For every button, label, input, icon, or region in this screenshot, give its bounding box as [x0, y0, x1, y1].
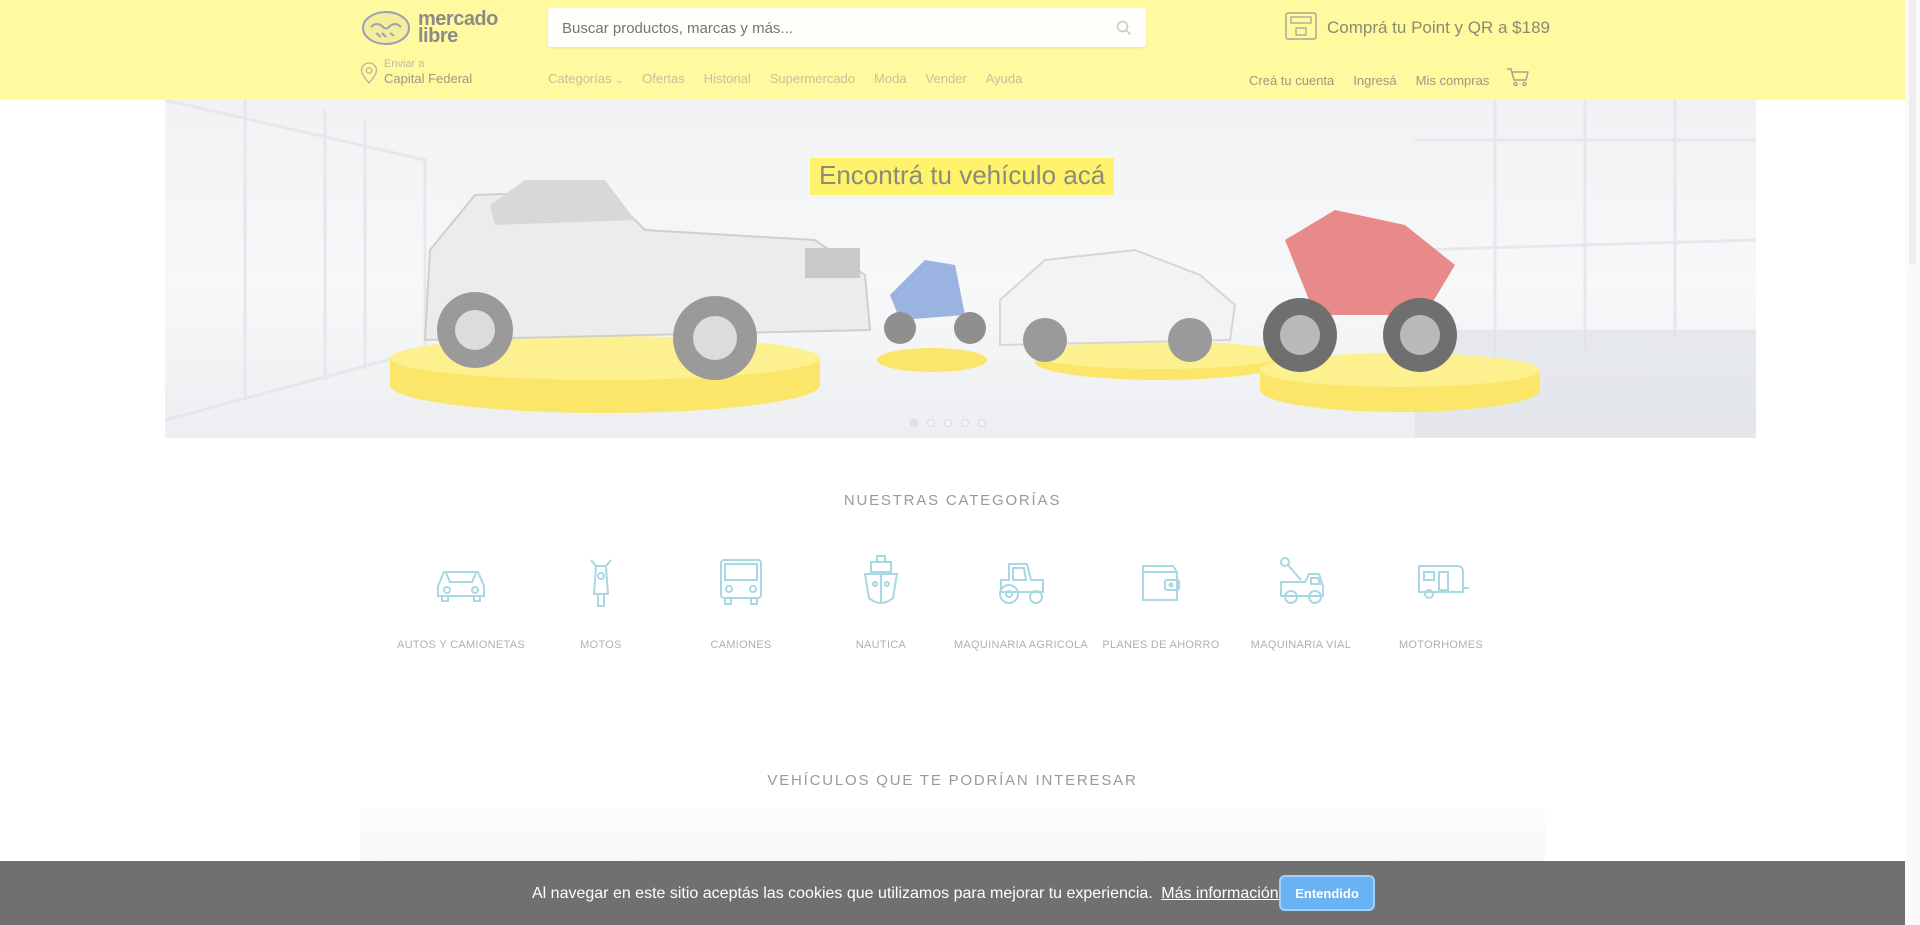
point-promo[interactable]: Comprá tu Point y QR a $189: [1285, 11, 1551, 45]
carousel-dot[interactable]: [961, 419, 969, 427]
cookie-banner: Al navegar en este sitio aceptás las coo…: [0, 861, 1905, 925]
chevron-down-icon: ⌄: [615, 75, 624, 85]
nav-categorias[interactable]: Categorías ⌄: [548, 71, 623, 86]
nav-ayuda[interactable]: Ayuda: [986, 71, 1023, 86]
nav-ofertas[interactable]: Ofertas: [642, 71, 685, 86]
main-nav: Categorías ⌄ Ofertas Historial Supermerca…: [548, 71, 1041, 86]
carousel-dot[interactable]: [910, 419, 918, 427]
caravan-icon: [1418, 565, 1469, 599]
category-motorhomes[interactable]: MOTORHOMES: [1371, 552, 1511, 652]
category-camiones[interactable]: CAMIONES: [671, 552, 811, 652]
mercadolibre-logo[interactable]: mercado libre: [362, 9, 502, 47]
carousel-dot[interactable]: [927, 419, 935, 427]
nav-moda[interactable]: Moda: [874, 71, 907, 86]
category-label: PLANES DE AHORRO: [1102, 639, 1220, 651]
location-pin-icon: [360, 62, 378, 89]
cookie-text: Al navegar en este sitio aceptás las coo…: [532, 885, 1153, 902]
accept-cookies-button[interactable]: Entendido: [1281, 877, 1373, 909]
nav-vender[interactable]: Vender: [926, 71, 967, 86]
nav-historial[interactable]: Historial: [704, 71, 751, 86]
category-maquinaria-agricola[interactable]: MAQUINARIA AGRICOLA: [951, 552, 1091, 652]
site-header: mercado libre Comprá tu Point y QR a $18…: [0, 0, 1905, 100]
category-label: MAQUINARIA AGRICOLA: [953, 639, 1089, 651]
category-planes-ahorro[interactable]: PLANES DE AHORRO: [1091, 552, 1231, 652]
vehicles-title: VEHÍCULOS QUE TE PODRÍAN INTERESAR: [767, 772, 1138, 789]
category-label: MOTOS: [580, 639, 622, 651]
wallet-icon: [1142, 565, 1180, 601]
category-label: CAMIONES: [710, 639, 772, 651]
search-input[interactable]: [560, 8, 1104, 49]
tow-truck-icon: [1280, 557, 1324, 604]
scrollbar-thumb[interactable]: [1909, 0, 1916, 265]
category-label: MAQUINARIA VIAL: [1250, 639, 1352, 651]
nav-supermercado[interactable]: Supermercado: [770, 71, 855, 86]
categories-title: NUESTRAS CATEGORÍAS: [843, 492, 1062, 509]
more-info-link[interactable]: Más información.: [1161, 885, 1283, 902]
nav-categorias-label: Categorías: [548, 71, 612, 86]
create-account-link[interactable]: Creá tu cuenta: [1249, 73, 1334, 88]
categories-list: AUTOS Y CAMIONETAS MOTOS CAMIONES NAUTIC…: [391, 552, 1491, 692]
category-nautica[interactable]: NAUTICA: [811, 552, 951, 652]
cart-icon[interactable]: [1506, 67, 1530, 90]
my-purchases-link[interactable]: Mis compras: [1416, 73, 1490, 88]
location-label: Enviar a: [384, 58, 425, 70]
carousel-dot[interactable]: [978, 419, 986, 427]
boat-icon: [863, 555, 899, 604]
category-maquinaria-vial[interactable]: MAQUINARIA VIAL: [1231, 552, 1371, 652]
truck-icon: [720, 559, 762, 605]
carousel-dots: [910, 419, 986, 427]
user-nav: Creá tu cuenta Ingresá Mis compras: [1249, 68, 1549, 90]
category-label: NAUTICA: [855, 639, 907, 651]
cookie-text-wrap: Al navegar en este sitio aceptás las coo…: [532, 885, 1283, 903]
car-icon: [437, 571, 485, 602]
hero-title: Encontrá tu vehículo acá: [810, 158, 1115, 195]
category-motos[interactable]: MOTOS: [531, 552, 671, 652]
page-scrollbar[interactable]: [1905, 0, 1920, 925]
category-autos[interactable]: AUTOS Y CAMIONETAS: [391, 552, 531, 652]
search-icon[interactable]: [1116, 20, 1132, 41]
card-reader-icon: [1285, 11, 1317, 45]
category-label: MOTORHOMES: [1398, 639, 1484, 651]
logo-wordmark: mercado libre: [418, 8, 498, 47]
location-value: Capital Federal: [384, 71, 473, 86]
hero-banner[interactable]: Encontrá tu vehículo acá: [165, 100, 1756, 438]
carousel-dot[interactable]: [944, 419, 952, 427]
login-link[interactable]: Ingresá: [1353, 73, 1396, 88]
promo-text: Comprá tu Point y QR a $189: [1327, 18, 1551, 37]
vehicles-showroom-image: [165, 100, 1756, 438]
search-bar: [548, 8, 1146, 49]
category-label: AUTOS Y CAMIONETAS: [396, 639, 526, 651]
tractor-icon: [999, 563, 1044, 604]
vehicles-carousel: [360, 808, 1545, 868]
motorcycle-icon: [590, 559, 612, 607]
